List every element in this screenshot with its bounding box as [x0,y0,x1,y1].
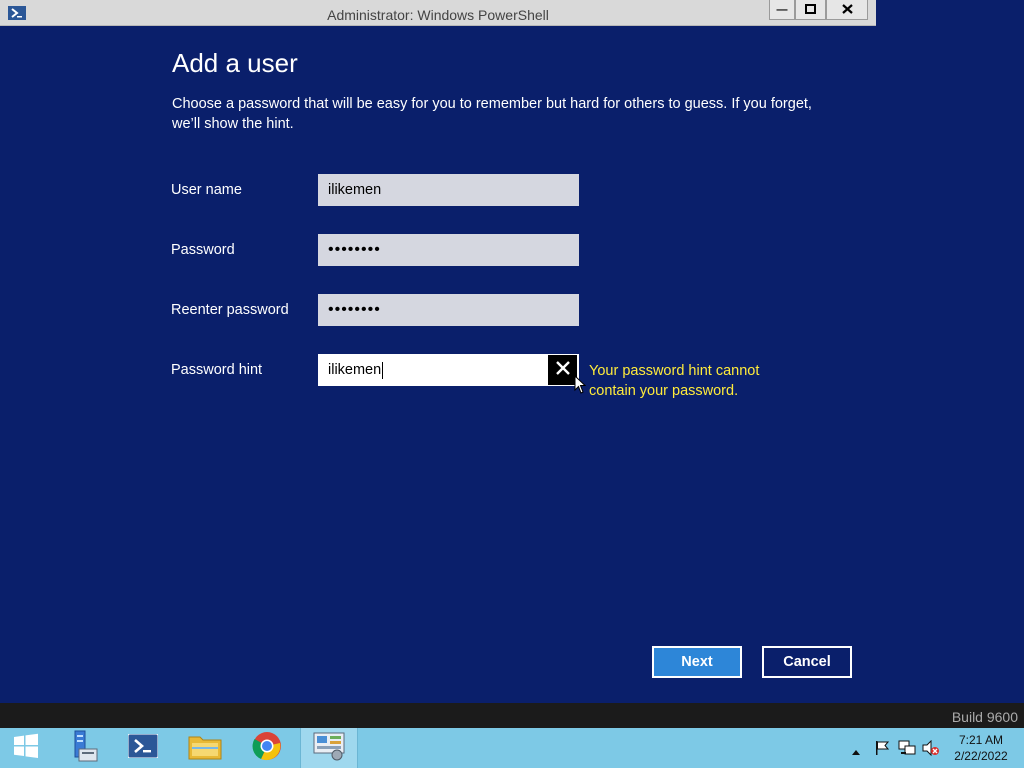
action-center-tray-button[interactable] [874,740,890,761]
reenter-password-value: •••••••• [328,301,381,318]
text-caret [382,361,384,379]
username-field[interactable]: ilikemen [318,174,579,206]
control-panel-icon [313,731,345,766]
network-tray-button[interactable] [898,740,916,761]
page-description: Choose a password that will be easy for … [172,96,812,132]
build-watermark: Build 9600 [951,709,1018,725]
username-label: User name [171,182,242,198]
taskbar-powershell[interactable] [116,728,170,768]
server-manager-icon [65,729,99,768]
clear-hint-button[interactable] [548,355,577,385]
chrome-icon [252,731,282,766]
windows-logo-icon [13,733,39,764]
password-label: Password [171,242,235,258]
reenter-password-label: Reenter password [171,302,289,318]
close-icon [841,1,853,19]
taskbar-clock[interactable]: 7:21 AM 2/22/2022 [948,732,1014,764]
clock-date: 2/22/2022 [954,749,1008,763]
clock-time: 7:21 AM [958,733,1004,747]
maximize-button[interactable] [795,0,826,20]
password-value: •••••••• [328,241,381,258]
taskbar-control-panel[interactable] [300,728,358,768]
powershell-icon [127,733,159,763]
show-hidden-icons-button[interactable] [852,742,860,760]
hint-error-message: Your password hint cannot contain your p… [589,363,760,399]
speaker-muted-icon [922,739,940,760]
volume-tray-button[interactable] [922,739,940,761]
taskbar-file-explorer[interactable] [178,728,232,768]
maximize-icon [805,1,816,19]
start-button[interactable] [4,728,48,768]
close-icon [555,360,570,380]
folder-icon [188,732,222,765]
reenter-password-field[interactable]: •••••••• [318,294,579,326]
page-title: Add a user [172,48,298,78]
cancel-button[interactable]: Cancel [762,646,852,678]
taskbar-server-manager[interactable] [56,728,108,768]
window-title: Administrator: Windows PowerShell [327,7,549,23]
taskbar-chrome[interactable] [240,728,294,768]
window-title-bar[interactable]: Administrator: Windows PowerShell — [0,0,876,26]
taskbar: 7:21 AM 2/22/2022 [0,728,1024,768]
desktop-watermark-strip: Build 9600 [0,703,1024,728]
minimize-button[interactable]: — [769,0,795,20]
password-hint-value: ilikemen [328,362,382,378]
password-hint-label: Password hint [171,362,263,378]
chevron-up-icon [852,742,860,759]
password-hint-field[interactable]: ilikemen [318,354,579,386]
minimize-icon: — [776,3,788,16]
mouse-pointer-icon [574,374,587,395]
close-window-button[interactable] [826,0,868,20]
network-icon [898,740,916,760]
desktop-strip [876,0,1024,25]
password-field[interactable]: •••••••• [318,234,579,266]
username-value: ilikemen [328,182,382,198]
flag-icon [874,741,890,760]
next-button[interactable]: Next [652,646,742,678]
